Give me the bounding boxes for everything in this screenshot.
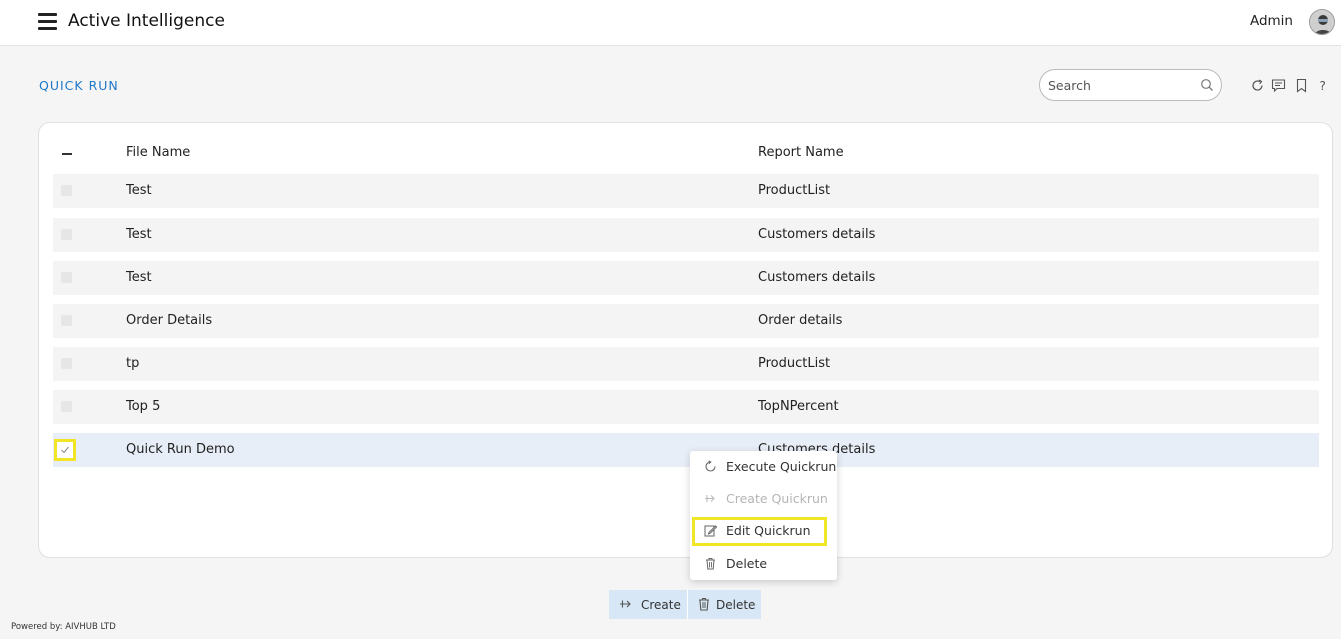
checkmark-icon <box>61 446 69 454</box>
row-checkbox-checked[interactable] <box>54 439 76 461</box>
create-icon <box>620 600 631 608</box>
help-icon[interactable]: ? <box>1316 78 1331 93</box>
search-icon[interactable] <box>1200 78 1214 92</box>
delete-button[interactable]: Delete <box>688 590 761 619</box>
execute-icon <box>705 460 716 472</box>
table-row[interactable]: Test Customers details <box>53 261 1319 295</box>
table-row[interactable]: Test ProductList <box>53 174 1319 208</box>
hamburger-menu-icon[interactable] <box>38 13 57 30</box>
file-name-cell: tp <box>126 356 140 371</box>
file-name-cell: Order Details <box>126 313 213 328</box>
search-box[interactable] <box>1039 69 1222 101</box>
report-name-cell: Customers details <box>758 227 876 242</box>
trash-icon <box>706 558 715 570</box>
action-bar: Create Delete <box>609 590 761 619</box>
row-checkbox[interactable] <box>61 358 72 369</box>
create-icon <box>705 495 715 502</box>
app-title: Active Intelligence <box>68 11 225 31</box>
menu-item-delete[interactable]: Delete <box>690 550 837 578</box>
bookmark-icon[interactable] <box>1294 78 1309 93</box>
refresh-icon[interactable] <box>1250 78 1265 93</box>
file-name-cell: Top 5 <box>126 399 161 414</box>
row-checkbox[interactable] <box>61 315 72 326</box>
avatar[interactable] <box>1309 9 1335 35</box>
svg-text:?: ? <box>1320 79 1326 93</box>
delete-button-label: Delete <box>716 598 756 612</box>
column-header-report-name[interactable]: Report Name <box>758 145 844 160</box>
table-row[interactable]: Test Customers details <box>53 218 1319 252</box>
table-row[interactable]: tp ProductList <box>53 347 1319 381</box>
footer-powered-by: Powered by: AIVHUB LTD <box>11 622 116 632</box>
avatar-image <box>1310 10 1334 34</box>
comment-icon[interactable] <box>1271 78 1286 93</box>
create-button[interactable]: Create <box>609 590 687 619</box>
file-name-cell: Test <box>126 227 152 242</box>
menu-item-label: Delete <box>726 556 768 571</box>
row-checkbox[interactable] <box>61 272 72 283</box>
search-input[interactable] <box>1048 76 1198 94</box>
menu-item-label: Execute Quickrun <box>726 459 837 474</box>
menu-item-label: Edit Quickrun <box>726 523 811 538</box>
user-name[interactable]: Admin <box>1250 13 1293 29</box>
menu-item-edit-quickrun[interactable]: Edit Quickrun <box>692 517 827 546</box>
menu-item-create-quickrun: Create Quickrun <box>690 485 837 513</box>
table-row[interactable]: Order Details Order details <box>53 304 1319 338</box>
edit-icon <box>704 525 717 537</box>
top-bar: Active Intelligence Admin <box>0 0 1341 46</box>
quickrun-table-card: File Name Report Name Test ProductList T… <box>38 122 1333 558</box>
report-name-cell: TopNPercent <box>758 399 839 414</box>
report-name-cell: ProductList <box>758 183 831 198</box>
row-checkbox[interactable] <box>61 229 72 240</box>
table-row-selected[interactable]: Quick Run Demo Customers details <box>53 433 1319 467</box>
row-context-menu: Execute Quickrun Create Quickrun Edit Qu… <box>690 451 837 580</box>
file-name-cell: Test <box>126 183 152 198</box>
report-name-cell: ProductList <box>758 356 831 371</box>
select-all-checkbox[interactable] <box>62 153 72 155</box>
table-header: File Name Report Name <box>53 139 1319 169</box>
menu-item-label: Create Quickrun <box>726 491 828 506</box>
trash-icon <box>699 597 709 611</box>
file-name-cell: Test <box>126 270 152 285</box>
column-header-file-name[interactable]: File Name <box>126 145 190 160</box>
table-row[interactable]: Top 5 TopNPercent <box>53 390 1319 424</box>
file-name-cell: Quick Run Demo <box>126 442 235 457</box>
menu-item-execute-quickrun[interactable]: Execute Quickrun <box>690 453 837 481</box>
row-checkbox[interactable] <box>61 185 72 196</box>
create-button-label: Create <box>641 598 681 612</box>
page-title: QUICK RUN <box>39 78 119 93</box>
report-name-cell: Customers details <box>758 270 876 285</box>
row-checkbox[interactable] <box>61 401 72 412</box>
report-name-cell: Order details <box>758 313 843 328</box>
